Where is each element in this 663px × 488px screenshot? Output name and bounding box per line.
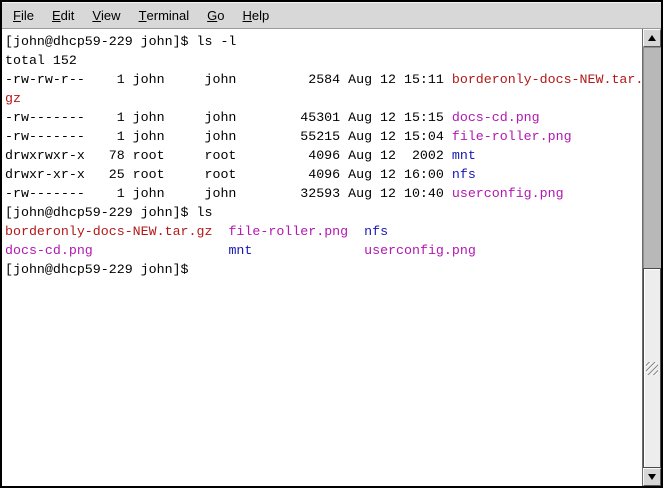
terminal-line: -rw------- 1 john john 45301 Aug 12 15:1… (5, 108, 642, 127)
filename-magenta: docs-cd.png (5, 243, 93, 258)
scrollbar[interactable] (642, 29, 661, 486)
scrollbar-trough[interactable] (643, 47, 661, 468)
terminal-text (252, 243, 364, 258)
filename-magenta: file-roller.png (228, 224, 348, 239)
terminal-text: drwxrwxr-x 78 root root 4096 Aug 12 2002 (5, 148, 452, 163)
terminal-text (212, 224, 228, 239)
terminal-text: -rw------- 1 john john 55215 Aug 12 15:0… (5, 129, 452, 144)
terminal-line: [john@dhcp59-229 john]$ ls -l (5, 32, 642, 51)
diagonal-grip-icon (646, 362, 658, 375)
scrollbar-thumb[interactable] (643, 268, 661, 468)
menu-terminal[interactable]: Terminal (130, 3, 199, 28)
menu-go[interactable]: Go (198, 3, 233, 28)
menu-view[interactable]: View (83, 3, 129, 28)
menubar: FileEditViewTerminalGoHelp (2, 2, 661, 29)
terminal-line: gz (5, 89, 642, 108)
menu-edit[interactable]: Edit (43, 3, 83, 28)
terminal-line: borderonly-docs-NEW.tar.gz file-roller.p… (5, 222, 642, 241)
terminal-output[interactable]: [john@dhcp59-229 john]$ ls -l total 152 -r… (2, 29, 642, 486)
menu-label-mnemonic: T (139, 8, 147, 23)
menu-label-rest: o (217, 8, 224, 23)
terminal-line: -rw------- 1 john john 32593 Aug 12 10:4… (5, 184, 642, 203)
menu-label-mnemonic: G (207, 8, 217, 23)
terminal-text: -rw-rw-r-- 1 john john 2584 Aug 12 15:11 (5, 72, 452, 87)
terminal-text: -rw------- 1 john john 45301 Aug 12 15:1… (5, 110, 452, 125)
terminal-window: FileEditViewTerminalGoHelp [john@dhcp59-… (0, 0, 663, 488)
terminal-text: drwxr-xr-x 25 root root 4096 Aug 12 16:0… (5, 167, 452, 182)
terminal-text (348, 224, 364, 239)
terminal-line: drwxr-xr-x 25 root root 4096 Aug 12 16:0… (5, 165, 642, 184)
menu-label-rest: dit (61, 8, 75, 23)
menu-label-mnemonic: H (243, 8, 252, 23)
menu-file[interactable]: File (4, 3, 43, 28)
menu-label-rest: erminal (147, 8, 190, 23)
window-content: [john@dhcp59-229 john]$ ls -l total 152 -r… (2, 29, 661, 486)
filename-blue: nfs (452, 167, 476, 182)
terminal-line: [john@dhcp59-229 john]$ (5, 260, 642, 279)
menu-help[interactable]: Help (234, 3, 279, 28)
menu-label-mnemonic: E (52, 8, 61, 23)
terminal-line: total 152 (5, 51, 642, 70)
terminal-line: drwxrwxr-x 78 root root 4096 Aug 12 2002… (5, 146, 642, 165)
terminal-text: [john@dhcp59-229 john]$ ls -l (5, 34, 236, 49)
filename-red: gz (5, 91, 21, 106)
filename-red: borderonly-docs-NEW.tar.gz (5, 224, 212, 239)
filename-red: borderonly-docs-NEW.tar. (452, 72, 642, 87)
terminal-line: docs-cd.png mnt userconfig.png (5, 241, 642, 260)
filename-blue: nfs (364, 224, 388, 239)
terminal-text: total 152 (5, 53, 77, 68)
filename-magenta: file-roller.png (452, 129, 572, 144)
terminal-text (93, 243, 229, 258)
scroll-up-button[interactable] (643, 29, 661, 47)
menu-label-mnemonic: F (13, 8, 21, 23)
triangle-down-icon (648, 474, 656, 480)
triangle-up-icon (648, 35, 656, 41)
terminal-text: [john@dhcp59-229 john]$ (5, 262, 197, 277)
menu-label-rest: ile (21, 8, 34, 23)
filename-blue: mnt (452, 148, 476, 163)
terminal-line: -rw------- 1 john john 55215 Aug 12 15:0… (5, 127, 642, 146)
terminal-text: [john@dhcp59-229 john]$ ls (5, 205, 212, 220)
terminal-line: -rw-rw-r-- 1 john john 2584 Aug 12 15:11… (5, 70, 642, 89)
menu-label-mnemonic: V (92, 8, 101, 23)
menu-label-rest: elp (252, 8, 269, 23)
filename-magenta: docs-cd.png (452, 110, 540, 125)
menu-label-rest: iew (101, 8, 121, 23)
filename-magenta: userconfig.png (452, 186, 564, 201)
filename-blue: mnt (228, 243, 252, 258)
terminal-text: -rw------- 1 john john 32593 Aug 12 10:4… (5, 186, 452, 201)
filename-magenta: userconfig.png (364, 243, 476, 258)
scroll-down-button[interactable] (643, 468, 661, 486)
terminal-line: [john@dhcp59-229 john]$ ls (5, 203, 642, 222)
